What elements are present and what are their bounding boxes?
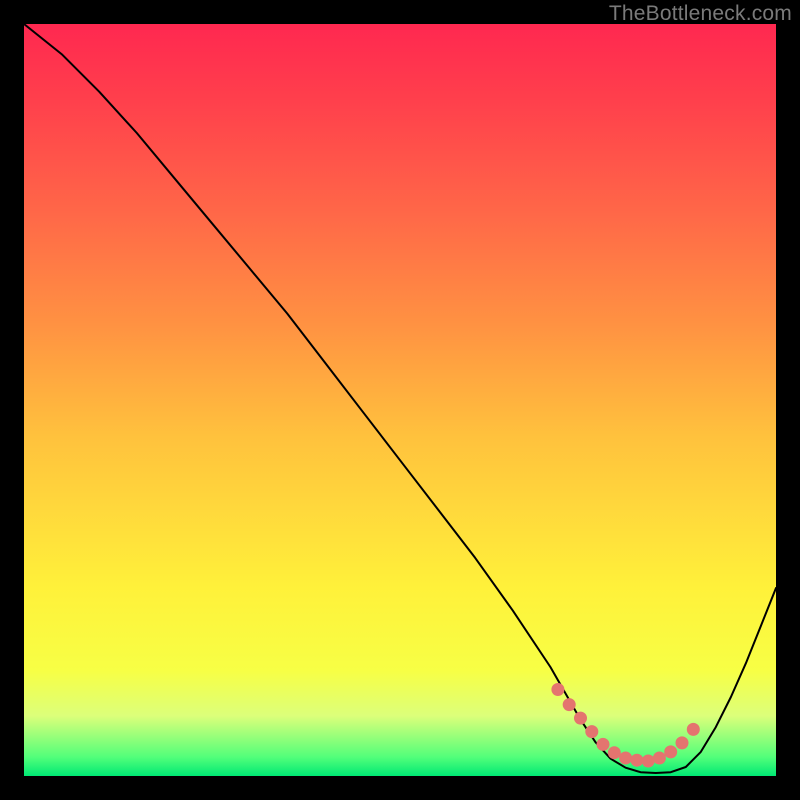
valley-dot — [676, 736, 689, 749]
valley-dot — [563, 698, 576, 711]
valley-dot — [574, 712, 587, 725]
valley-dot — [585, 725, 598, 738]
valley-dot — [653, 752, 666, 765]
valley-dot — [551, 683, 564, 696]
bottleneck-curve — [24, 24, 776, 773]
chart-frame — [24, 24, 776, 776]
valley-dots — [551, 683, 699, 768]
valley-dot — [642, 755, 655, 768]
attribution-text: TheBottleneck.com — [609, 2, 792, 26]
valley-dot — [664, 745, 677, 758]
chart-svg — [24, 24, 776, 776]
valley-dot — [687, 723, 700, 736]
valley-dot — [619, 752, 632, 765]
valley-dot — [608, 746, 621, 759]
valley-dot — [597, 738, 610, 751]
valley-dot — [630, 754, 643, 767]
